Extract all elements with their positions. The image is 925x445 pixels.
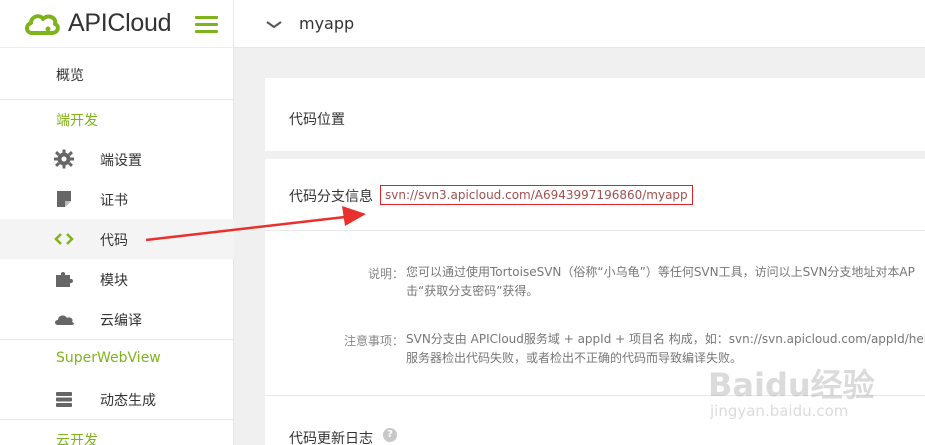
sidebar-item-label: 证书 bbox=[100, 193, 128, 209]
chevron-down-icon[interactable] bbox=[266, 20, 282, 30]
puzzle-icon bbox=[56, 272, 73, 287]
sidebar-item-label: 代码 bbox=[100, 233, 128, 249]
code-icon bbox=[54, 233, 74, 245]
svn-url-field[interactable]: svn://svn3.apicloud.com/A6943997196860/m… bbox=[380, 185, 693, 205]
panel-divider bbox=[265, 230, 925, 231]
sidebar-item-label: 概览 bbox=[56, 68, 84, 84]
gear-icon bbox=[54, 149, 74, 169]
section-label: 端开发 bbox=[56, 113, 98, 129]
sidebar-item-cloud-compile[interactable]: 云编译 bbox=[0, 299, 234, 339]
watermark-subtext: jingyan.baidu.com bbox=[710, 402, 849, 420]
certificate-icon bbox=[57, 191, 71, 207]
sidebar-item-modules[interactable]: 模块 bbox=[0, 259, 234, 299]
apicloud-logo-icon bbox=[25, 14, 60, 35]
caution-line-2: 服务器检出代码失败，或者检出不正确的代码而导致编译失败。 bbox=[406, 351, 743, 365]
caution-line-1: SVN分支由 APICloud服务域 + appId + 项目名 构成，如：sv… bbox=[406, 332, 925, 346]
sidebar-item-client-settings[interactable]: 端设置 bbox=[0, 139, 234, 179]
sidebar-item-overview[interactable]: 概览 bbox=[0, 54, 234, 94]
sidebar-item-dynamic-generate[interactable]: 动态生成 bbox=[0, 379, 234, 419]
menu-toggle-icon[interactable] bbox=[195, 16, 218, 33]
code-location-panel: 代码位置 bbox=[265, 78, 925, 151]
sidebar-section-client: 端开发 bbox=[0, 99, 234, 139]
section-label: SuperWebView bbox=[56, 350, 161, 366]
watermark-text: Baidu经验 bbox=[708, 366, 875, 404]
topbar: myapp bbox=[234, 0, 925, 48]
sidebar-section-cloud: 云开发 bbox=[0, 419, 234, 445]
sidebar-item-code[interactable]: 代码 bbox=[0, 219, 234, 259]
logo-bar: APICloud bbox=[0, 0, 233, 48]
note-line-2: 击“获取分支密码”获得。 bbox=[406, 284, 539, 298]
caution-label: 注意事项： bbox=[344, 334, 405, 348]
sidebar-item-label: 端设置 bbox=[100, 153, 142, 169]
help-icon[interactable]: ? bbox=[383, 428, 397, 442]
code-location-title: 代码位置 bbox=[289, 112, 345, 128]
baidu-watermark: Baidu经验 jingyan.baidu.com bbox=[700, 360, 925, 445]
update-log-title: 代码更新日志 bbox=[289, 431, 373, 445]
sidebar-item-certificate[interactable]: 证书 bbox=[0, 179, 234, 219]
cloud-icon bbox=[55, 315, 74, 325]
sidebar-item-label: 云编译 bbox=[100, 313, 142, 329]
brand-name: APICloud bbox=[68, 9, 172, 37]
sidebar-item-label: 动态生成 bbox=[100, 393, 156, 409]
section-label: 云开发 bbox=[56, 433, 98, 445]
layers-icon bbox=[56, 392, 72, 407]
app-selector[interactable]: myapp bbox=[299, 14, 354, 33]
note-label: 说明： bbox=[368, 267, 405, 281]
note-line-1: 您可以通过使用TortoiseSVN（俗称“小乌龟”）等任何SVN工具，访问以上… bbox=[406, 265, 915, 279]
branch-info-label: 代码分支信息 bbox=[289, 189, 373, 205]
sidebar-item-label: 模块 bbox=[100, 273, 128, 289]
sidebar-section-superwebview: SuperWebView bbox=[0, 339, 234, 379]
sidebar: APICloud 概览 端开发 端设置 证书 代码 模块 云编译 SuperWe… bbox=[0, 0, 234, 445]
